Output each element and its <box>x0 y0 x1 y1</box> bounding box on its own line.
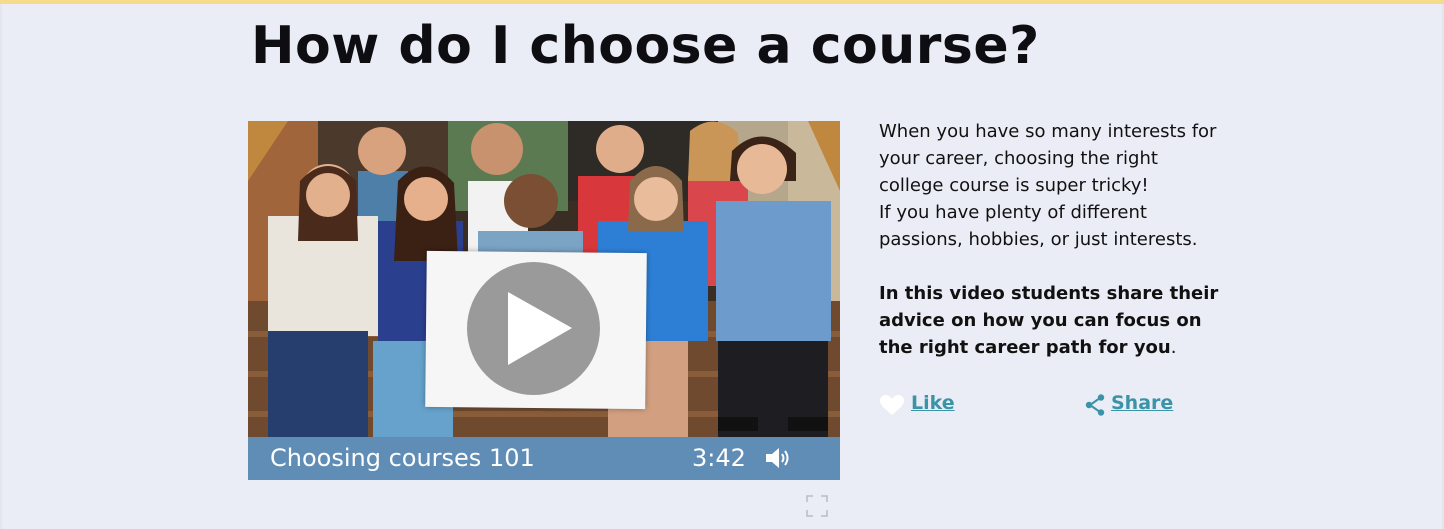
fullscreen-icon[interactable] <box>806 495 828 517</box>
like-label[interactable]: Like <box>911 392 955 414</box>
description-line: passions, hobbies, or just interests. <box>879 229 1198 250</box>
description-line: When you have so many interests for <box>879 121 1217 142</box>
left-border <box>0 4 2 529</box>
video-duration: 3:42 <box>692 444 746 472</box>
description-bold-line: In this video students share their <box>879 283 1219 304</box>
share-icon <box>1085 394 1105 416</box>
description-bold-text: the right career path for you <box>879 337 1171 358</box>
page-title: How do I choose a course? <box>251 16 1040 76</box>
heart-icon <box>880 395 904 415</box>
description-bold-line: advice on how you can focus on <box>879 310 1202 331</box>
play-icon <box>508 292 572 365</box>
description-line: college course is super tricky! <box>879 175 1149 196</box>
video-description: When you have so many interests for your… <box>879 118 1239 361</box>
share-label[interactable]: Share <box>1111 392 1173 414</box>
top-accent-stripe <box>0 0 1444 4</box>
video-control-bar: Choosing courses 101 3:42 <box>248 437 840 480</box>
description-line: If you have plenty of different <box>879 202 1147 223</box>
description-bold-line-last: the right career path for you. <box>879 334 1239 361</box>
video-title: Choosing courses 101 <box>270 444 535 472</box>
volume-icon[interactable] <box>764 445 794 471</box>
description-line: your career, choosing the right <box>879 148 1158 169</box>
description-period: . <box>1170 337 1177 358</box>
play-button[interactable] <box>467 262 600 395</box>
